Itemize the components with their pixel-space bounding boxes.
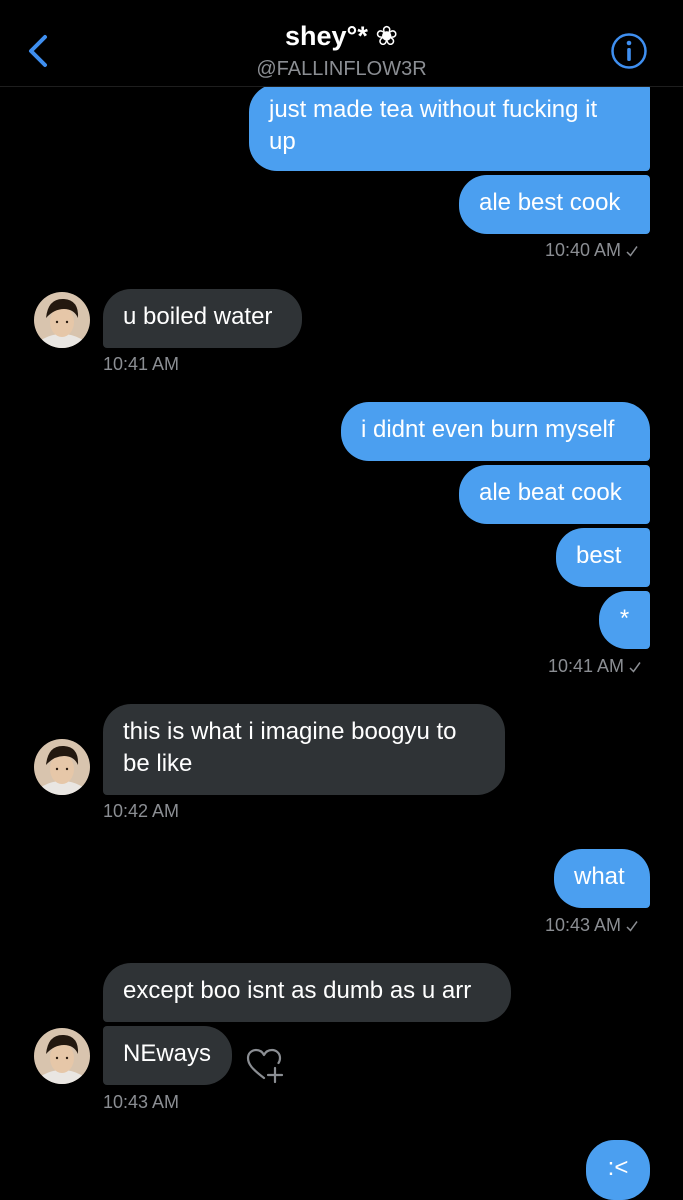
message-timestamp: 10:43 AM [545,913,639,937]
conversation-header: shey°* ❀ @FALLINFLOW3R [0,0,683,87]
message-timestamp: 10:40 AM [545,238,639,262]
outgoing-message[interactable]: what [554,849,650,908]
info-icon[interactable] [610,32,648,70]
avatar-photo [34,292,90,348]
timestamp-text: 10:43 AM [545,915,622,935]
outgoing-message[interactable]: :< [586,1140,650,1200]
outgoing-message[interactable]: i didnt even burn myself [341,402,650,461]
checkmark-icon [629,662,641,673]
timestamp-text: 10:40 AM [545,240,622,260]
checkmark-icon [626,921,638,932]
incoming-message[interactable]: except boo isnt as dumb as u arr [103,963,511,1022]
message-timestamp: 10:41 AM [548,654,642,678]
outgoing-message[interactable]: * [599,591,650,649]
outgoing-message[interactable]: just made tea without fucking it up [249,84,650,171]
message-timestamp: 10:43 AM [103,1090,179,1114]
timestamp-text: 10:42 AM [103,801,180,821]
incoming-message[interactable]: this is what i imagine boogyu to be like [103,704,505,795]
timestamp-text: 10:41 AM [548,656,625,676]
timestamp-text: 10:43 AM [103,1092,180,1112]
avatar[interactable] [34,739,90,795]
checkmark-icon [626,246,638,257]
timestamp-text: 10:41 AM [103,354,180,374]
contact-handle: @FALLINFLOW3R [256,58,427,80]
heart-plus-icon[interactable] [244,1045,286,1085]
incoming-message[interactable]: NEways [103,1026,232,1085]
incoming-message[interactable]: u boiled water [103,289,302,348]
outgoing-message[interactable]: ale best cook [459,175,650,234]
avatar[interactable] [34,292,90,348]
contact-name: shey°* ❀ [285,21,398,51]
avatar-photo [34,1028,90,1084]
message-timestamp: 10:42 AM [103,799,179,823]
outgoing-message[interactable]: best [556,528,650,587]
avatar-photo [34,739,90,795]
message-timestamp: 10:41 AM [103,352,179,376]
conversation-title[interactable]: shey°* ❀ @FALLINFLOW3R [0,18,683,82]
outgoing-message[interactable]: ale beat cook [459,465,650,524]
avatar[interactable] [34,1028,90,1084]
